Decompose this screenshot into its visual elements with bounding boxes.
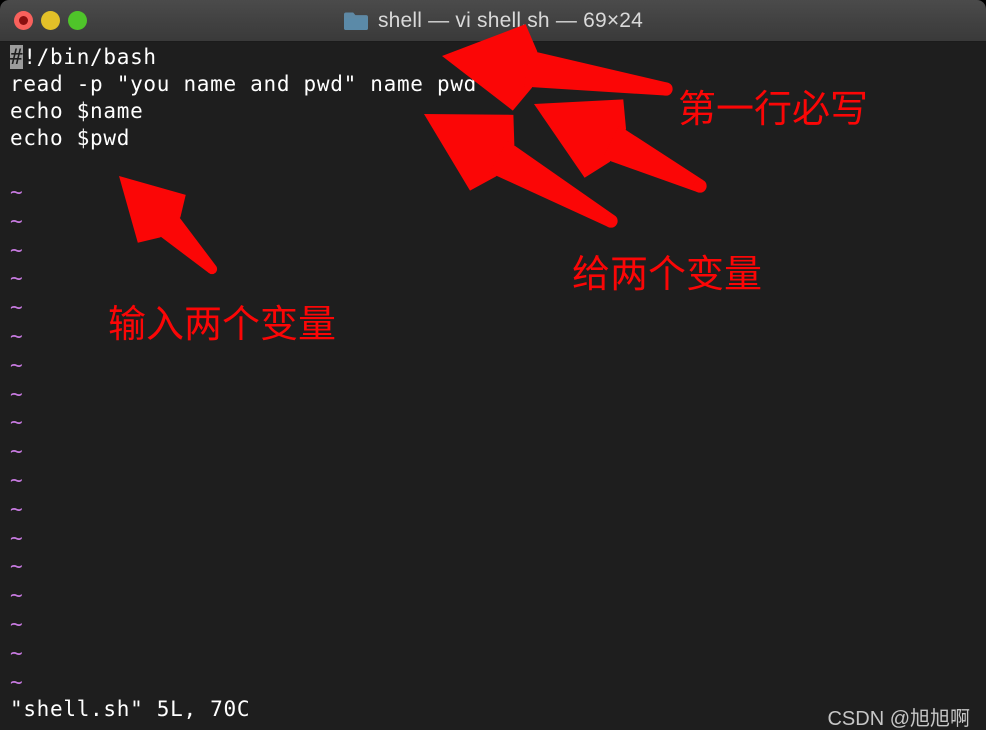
empty-line-marker: ~ <box>10 352 24 377</box>
empty-line-marker: ~ <box>10 208 24 233</box>
empty-line-marker: ~ <box>10 266 24 291</box>
folder-icon <box>343 12 368 30</box>
empty-line-marker: ~ <box>10 410 24 435</box>
empty-line-marker: ~ <box>10 525 24 550</box>
empty-line-marker: ~ <box>10 381 24 406</box>
editor-line-1-text: !/bin/bash <box>23 45 157 69</box>
editor-line-2: read -p "you name and pwd" name pwd <box>10 72 478 96</box>
empty-line-marker: ~ <box>10 468 24 492</box>
empty-line-marker: ~ <box>10 237 24 262</box>
vi-editor-buffer[interactable]: #!/bin/bash read -p "you name and pwd" n… <box>0 42 986 730</box>
vi-status-line: "shell.sh" 5L, 70C <box>10 697 251 721</box>
close-button[interactable] <box>14 11 33 30</box>
vi-cursor: # <box>10 45 24 69</box>
empty-line-marker: ~ <box>10 439 24 464</box>
empty-line-marker: ~ <box>10 180 24 204</box>
empty-line-marker: ~ <box>10 640 24 665</box>
empty-line-marker: ~ <box>10 612 24 636</box>
editor-line-3: echo $name <box>10 99 144 123</box>
empty-line-marker: ~ <box>10 324 24 348</box>
empty-line-marker: ~ <box>10 669 24 694</box>
window-titlebar: shell — vi shell.sh — 69×24 <box>0 0 986 42</box>
csdn-watermark: CSDN @旭旭啊 <box>827 708 970 730</box>
annotation-first-line-required: 第一行必写 <box>678 89 869 131</box>
window-title-group: shell — vi shell.sh — 69×24 <box>0 0 986 42</box>
terminal-window: shell — vi shell.sh — 69×24 #!/bin/bash … <box>0 0 986 730</box>
annotation-give-two-variables: 给两个变量 <box>572 254 763 296</box>
traffic-light-group <box>14 11 87 30</box>
empty-line-marker: ~ <box>10 496 24 521</box>
empty-line-marker: ~ <box>10 295 24 320</box>
empty-line-marker: ~ <box>10 583 24 608</box>
window-title: shell — vi shell.sh — 69×24 <box>377 9 644 32</box>
minimize-button[interactable] <box>41 11 60 30</box>
editor-line-1: #!/bin/bash <box>10 44 157 71</box>
zoom-button[interactable] <box>68 11 87 30</box>
empty-line-marker: ~ <box>10 554 24 579</box>
annotation-input-two-variables: 输入两个变量 <box>108 304 337 346</box>
editor-line-4: echo $pwd <box>10 126 131 150</box>
